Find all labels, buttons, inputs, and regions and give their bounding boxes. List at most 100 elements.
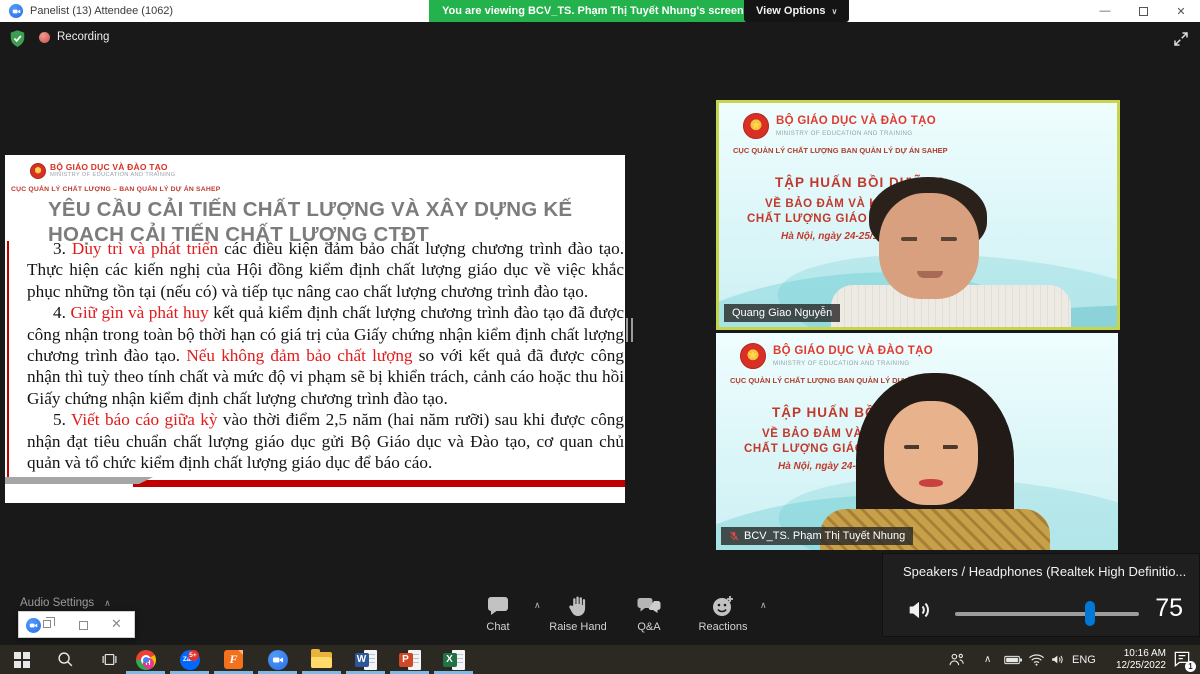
restore-icon[interactable] — [43, 620, 51, 628]
zoom-app-icon — [268, 650, 288, 670]
taskbar-chrome[interactable]: H — [124, 645, 167, 674]
wifi-icon — [1028, 653, 1045, 666]
qa-icon — [637, 594, 661, 618]
participant-name: Quang Giao Nguyễn — [732, 307, 832, 319]
slide-department-line: CỤC QUẢN LÝ CHẤT LƯỢNG – BAN QUẢN LÝ DỰ … — [11, 186, 220, 193]
taskbar-clock[interactable]: 10:16 AM 12/25/2022 — [1102, 645, 1166, 674]
audio-settings-button[interactable]: Audio Settings ∧ — [20, 597, 111, 609]
close-icon[interactable]: ✕ — [111, 616, 122, 632]
participant-mouth — [917, 271, 943, 278]
view-options-button[interactable]: View Options ∨ — [744, 0, 849, 22]
participant-eyes — [904, 445, 958, 449]
qa-button[interactable]: Q&A — [622, 594, 676, 636]
shared-screen-slide: BỘ GIÁO DỤC VÀ ĐÀO TẠO MINISTRY OF EDUCA… — [5, 155, 625, 503]
language-indicator[interactable]: ENG — [1072, 645, 1096, 674]
qa-label: Q&A — [637, 621, 660, 633]
zoom-app-icon — [26, 618, 41, 633]
powerpoint-icon: P — [399, 650, 421, 670]
maximize-button[interactable] — [1124, 0, 1162, 22]
raise-hand-button[interactable]: Raise Hand — [543, 594, 613, 636]
audio-device-name: Speakers / Headphones (Realtek High Defi… — [903, 564, 1186, 579]
start-button[interactable] — [0, 645, 43, 674]
zoom-app-icon — [9, 4, 23, 18]
fullscreen-expand-icon[interactable] — [1172, 30, 1190, 48]
raise-hand-label: Raise Hand — [549, 621, 606, 633]
slide-paragraph: 4. Giữ gìn và phát huy kết quả kiểm định… — [27, 302, 624, 409]
tray-wifi[interactable] — [1028, 645, 1045, 674]
taskbar-zoom[interactable] — [256, 645, 299, 674]
video-slide-ministry: MINISTRY OF EDUCATION AND TRAINING — [773, 360, 910, 367]
ministry-emblem-icon — [740, 343, 766, 369]
maximize-icon[interactable] — [79, 621, 88, 630]
audio-settings-label: Audio Settings — [20, 597, 94, 609]
reactions-button[interactable]: Reactions — [692, 594, 754, 636]
taskbar-explorer[interactable] — [300, 645, 343, 674]
zoom-meeting-window: Panelist (13) Attendee (1062) You are vi… — [0, 0, 1200, 674]
chat-button[interactable]: Chat — [473, 594, 523, 636]
slide-org-name: BỘ GIÁO DỤC VÀ ĐÀO TẠO — [50, 162, 168, 172]
taskbar-zalo[interactable]: Zalo 5+ — [168, 645, 211, 674]
recording-dot-icon — [39, 32, 50, 43]
participants-label[interactable]: Panelist (13) Attendee (1062) — [30, 0, 173, 22]
slide-paragraph: 5. Viết báo cáo giữa kỳ vào thời điểm 2,… — [27, 409, 624, 473]
slide-paragraph: 3. Duy trì và phát triển các điều kiện đ… — [27, 238, 624, 302]
minimize-button[interactable]: — — [1086, 0, 1124, 22]
reactions-label: Reactions — [699, 621, 748, 633]
chat-icon — [486, 594, 510, 618]
reactions-icon — [711, 594, 735, 618]
zalo-notification-badge: 5+ — [188, 650, 199, 661]
chrome-icon: H — [136, 650, 156, 670]
slide-left-accent-line — [7, 241, 9, 477]
chat-label: Chat — [486, 621, 509, 633]
video-slide-org: BỘ GIÁO DỤC VÀ ĐÀO TẠO — [773, 345, 933, 357]
action-center-button[interactable]: 1 — [1172, 649, 1194, 671]
chrome-profile-badge: H — [143, 658, 154, 669]
participant-name: BCV_TS. Phạm Thị Tuyết Nhung — [744, 530, 905, 542]
volume-level-value: 75 — [1155, 594, 1183, 623]
slide-bottom-red-bar — [133, 480, 625, 487]
taskbar-excel[interactable]: X — [432, 645, 475, 674]
video-tile-presenter[interactable]: BỘ GIÁO DỤC VÀ ĐÀO TẠO MINISTRY OF EDUCA… — [716, 333, 1118, 550]
close-button[interactable]: ✕ — [1162, 0, 1200, 22]
video-tile-active-speaker[interactable]: BỘ GIÁO DỤC VÀ ĐÀO TẠO MINISTRY OF EDUCA… — [716, 100, 1120, 330]
tray-hidden-icons-chevron[interactable]: ∧ — [984, 645, 991, 674]
video-slide-dept1: CỤC QUẢN LÝ CHẤT LƯỢNG — [733, 146, 839, 155]
file-explorer-icon — [311, 652, 332, 668]
security-shield-icon[interactable] — [8, 29, 27, 48]
chevron-up-icon: ∧ — [104, 598, 111, 608]
participant-name-tag: Quang Giao Nguyễn — [724, 304, 840, 322]
ministry-emblem-icon — [30, 163, 46, 179]
foxit-pdf-icon: F — [224, 650, 243, 669]
chevron-down-icon: ∨ — [831, 7, 837, 16]
taskbar-foxit[interactable]: F — [212, 645, 255, 674]
windows-logo-icon — [14, 652, 30, 668]
search-icon — [57, 651, 74, 668]
reactions-chevron-icon[interactable]: ∧ — [760, 600, 767, 611]
notification-count-badge: 1 — [1185, 661, 1196, 672]
tray-speaker[interactable] — [1050, 645, 1066, 674]
slide-ministry-name: MINISTRY OF EDUCATION AND TRAINING — [50, 172, 175, 178]
search-button[interactable] — [44, 645, 87, 674]
chat-chevron-icon[interactable]: ∧ — [534, 600, 541, 611]
taskbar-word[interactable]: W — [344, 645, 387, 674]
view-options-label: View Options — [756, 5, 825, 17]
recording-indicator: Recording — [39, 31, 109, 43]
video-slide-dept1: CỤC QUẢN LÝ CHẤT LƯỢNG — [730, 376, 836, 385]
volume-slider-handle[interactable] — [1085, 601, 1095, 626]
clock-time: 10:16 AM — [1124, 648, 1166, 660]
clock-date: 12/25/2022 — [1116, 660, 1166, 672]
participant-lips — [919, 479, 943, 487]
speaker-icon[interactable] — [905, 596, 933, 624]
tray-people-button[interactable] — [948, 645, 965, 674]
mic-muted-icon — [729, 531, 739, 541]
tray-battery[interactable] — [1004, 645, 1023, 674]
volume-flyout-panel: Speakers / Headphones (Realtek High Defi… — [882, 553, 1200, 637]
participant-name-tag: BCV_TS. Phạm Thị Tuyết Nhung — [721, 527, 913, 545]
taskbar-powerpoint[interactable]: P — [388, 645, 431, 674]
raise-hand-icon — [566, 594, 590, 618]
panel-divider-handle[interactable] — [626, 318, 633, 342]
window-controls: — ✕ — [1086, 0, 1200, 22]
volume-slider-track[interactable] — [955, 612, 1139, 616]
video-slide-org: BỘ GIÁO DỤC VÀ ĐÀO TẠO — [776, 115, 936, 127]
floating-mini-window: ✕ — [18, 611, 135, 638]
